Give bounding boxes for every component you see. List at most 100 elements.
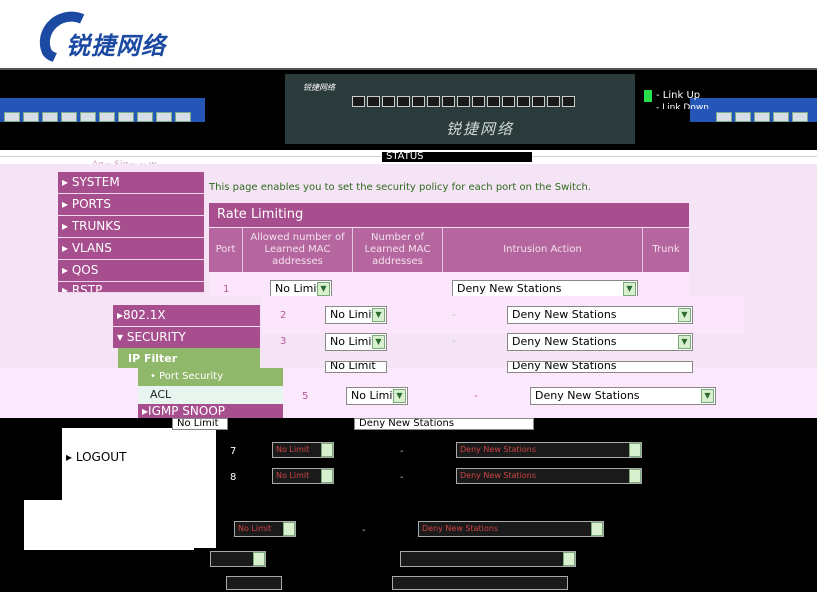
- sidebar-item-label: Port Security: [159, 371, 224, 382]
- sidebar-item-logout[interactable]: ▸ LOGOUT: [66, 450, 126, 464]
- sidebar-item-8021x[interactable]: ▸802.1X: [113, 305, 260, 326]
- intrusion-action-select[interactable]: Deny New Stations: [456, 442, 642, 458]
- port-number: 7: [230, 446, 237, 457]
- chevron-down-icon: ▼: [678, 335, 691, 349]
- learned-count: -: [362, 525, 366, 536]
- sidebar-item-label: TRUNKS: [71, 219, 121, 233]
- mac-limit-select[interactable]: No Limit: [272, 442, 334, 458]
- mac-limit-select[interactable]: No Limit: [172, 418, 228, 430]
- port-number: 8: [230, 472, 237, 483]
- switch-brand-text: 锐捷网络: [446, 120, 515, 138]
- col-action: Intrusion Action: [443, 228, 643, 272]
- port-icon[interactable]: [502, 96, 515, 107]
- learned-count: -: [400, 446, 404, 457]
- link-down-legend: - Link Down: [656, 103, 709, 109]
- sidebar-item-security[interactable]: ▾ SECURITY: [113, 327, 260, 348]
- port-icon[interactable]: [427, 96, 440, 107]
- select-value: No Limit: [351, 389, 397, 402]
- select-value: Deny New Stations: [512, 335, 617, 348]
- mac-limit-select[interactable]: [226, 576, 282, 590]
- port-icon[interactable]: [562, 96, 575, 107]
- port-icon: [716, 112, 732, 122]
- intrusion-action-select[interactable]: Deny New Stations: [418, 521, 604, 537]
- port-icon[interactable]: [442, 96, 455, 107]
- port-icon[interactable]: [352, 96, 365, 107]
- port-icon[interactable]: [517, 96, 530, 107]
- port-icon[interactable]: [547, 96, 560, 107]
- select-value: Deny New Stations: [460, 471, 537, 480]
- sidebar-item-label: SECURITY: [126, 330, 186, 344]
- mac-limit-select[interactable]: No Limit ▼: [325, 306, 387, 324]
- port-icon[interactable]: [487, 96, 500, 107]
- chevron-down-icon: [283, 522, 295, 536]
- intrusion-action-select[interactable]: Deny New Stations ▼: [507, 306, 693, 324]
- sidebar-item-vlans[interactable]: ▸ VLANS: [58, 238, 204, 260]
- port-icon: [23, 112, 39, 122]
- switch-port-row[interactable]: [352, 96, 575, 107]
- sidebar-item-ip-filter[interactable]: IP Filter: [118, 348, 260, 369]
- chevron-down-icon: [253, 552, 265, 566]
- sidebar-item-qos[interactable]: ▸ QOS: [58, 260, 204, 282]
- sidebar-item-label: PORTS: [71, 197, 111, 211]
- intrusion-action-select[interactable]: [392, 576, 568, 590]
- sidebar-item-label: QOS: [71, 263, 99, 277]
- sidebar-item-label: 802.1X: [123, 308, 166, 322]
- port-icon[interactable]: [532, 96, 545, 107]
- logout-panel-lower: [24, 500, 194, 550]
- chevron-down-icon: ▼: [317, 282, 330, 296]
- select-value: No Limit: [330, 308, 376, 321]
- tab-status[interactable]: STATUS: [382, 152, 532, 162]
- mac-limit-select[interactable]: No Limit: [234, 521, 296, 537]
- sidebar-item-rstp[interactable]: ▸ RSTP: [58, 282, 204, 293]
- sidebar-item-system[interactable]: ▸ SYSTEM: [58, 172, 204, 194]
- port-icon[interactable]: [397, 96, 410, 107]
- port-icon[interactable]: [382, 96, 395, 107]
- select-value: No Limit: [330, 335, 376, 348]
- intrusion-action-select[interactable]: Deny New Stations ▼: [530, 387, 716, 405]
- sidebar-item-acl[interactable]: ACL: [138, 386, 283, 404]
- mac-limit-select[interactable]: No Limit: [325, 361, 387, 373]
- col-port: Port: [209, 228, 243, 272]
- chevron-down-icon: ▼: [623, 282, 636, 296]
- intrusion-action-select[interactable]: Deny New Stations: [507, 361, 693, 373]
- sidebar-item-ports[interactable]: ▸ PORTS: [58, 194, 204, 216]
- port-icon: [735, 112, 751, 122]
- mac-limit-select[interactable]: No Limit ▼: [325, 333, 387, 351]
- brand-logo-text: 锐捷网络: [66, 31, 166, 60]
- sidebar-item-label: IP Filter: [128, 352, 178, 365]
- sidebar-item-trunks[interactable]: ▸ TRUNKS: [58, 216, 204, 238]
- port-icon: [4, 112, 20, 122]
- port-icon[interactable]: [457, 96, 470, 107]
- select-value: Deny New Stations: [422, 524, 499, 533]
- mini-ports-right: [716, 112, 808, 122]
- sidebar-item-label: RSTP: [71, 283, 103, 293]
- select-value: Deny New Stations: [512, 308, 617, 321]
- intrusion-action-select[interactable]: Deny New Stations: [354, 418, 534, 430]
- mac-limit-select[interactable]: [210, 551, 266, 567]
- chevron-down-icon: ▼: [393, 389, 406, 403]
- port-icon[interactable]: [367, 96, 380, 107]
- chevron-down-icon: ▼: [372, 335, 385, 349]
- chevron-down-icon: [321, 469, 333, 483]
- port-number: 3: [280, 336, 287, 347]
- chevron-down-icon: [321, 443, 333, 457]
- port-icon: [118, 112, 134, 122]
- page-intro: This page enables you to set the securit…: [209, 182, 591, 193]
- intrusion-action-select[interactable]: Deny New Stations: [456, 468, 642, 484]
- select-value: Deny New Stations: [460, 445, 537, 454]
- switch-logo-small: 锐捷网络: [303, 83, 335, 92]
- intrusion-action-select[interactable]: [400, 551, 576, 567]
- port-number: 10: [188, 525, 201, 536]
- select-value: No Limit: [330, 361, 376, 372]
- sidebar-item-label: LOGOUT: [75, 450, 127, 464]
- sidebar-item-port-security[interactable]: • Port Security: [138, 368, 283, 386]
- learned-count: -: [452, 336, 456, 347]
- learned-count: -: [400, 472, 404, 483]
- port-icon[interactable]: [472, 96, 485, 107]
- chevron-down-icon: [563, 552, 575, 566]
- port-icon[interactable]: [412, 96, 425, 107]
- mac-limit-select[interactable]: No Limit ▼: [346, 387, 408, 405]
- intrusion-action-select[interactable]: Deny New Stations ▼: [507, 333, 693, 351]
- mac-limit-select[interactable]: No Limit: [272, 468, 334, 484]
- page-title: Rate Limiting: [209, 203, 689, 227]
